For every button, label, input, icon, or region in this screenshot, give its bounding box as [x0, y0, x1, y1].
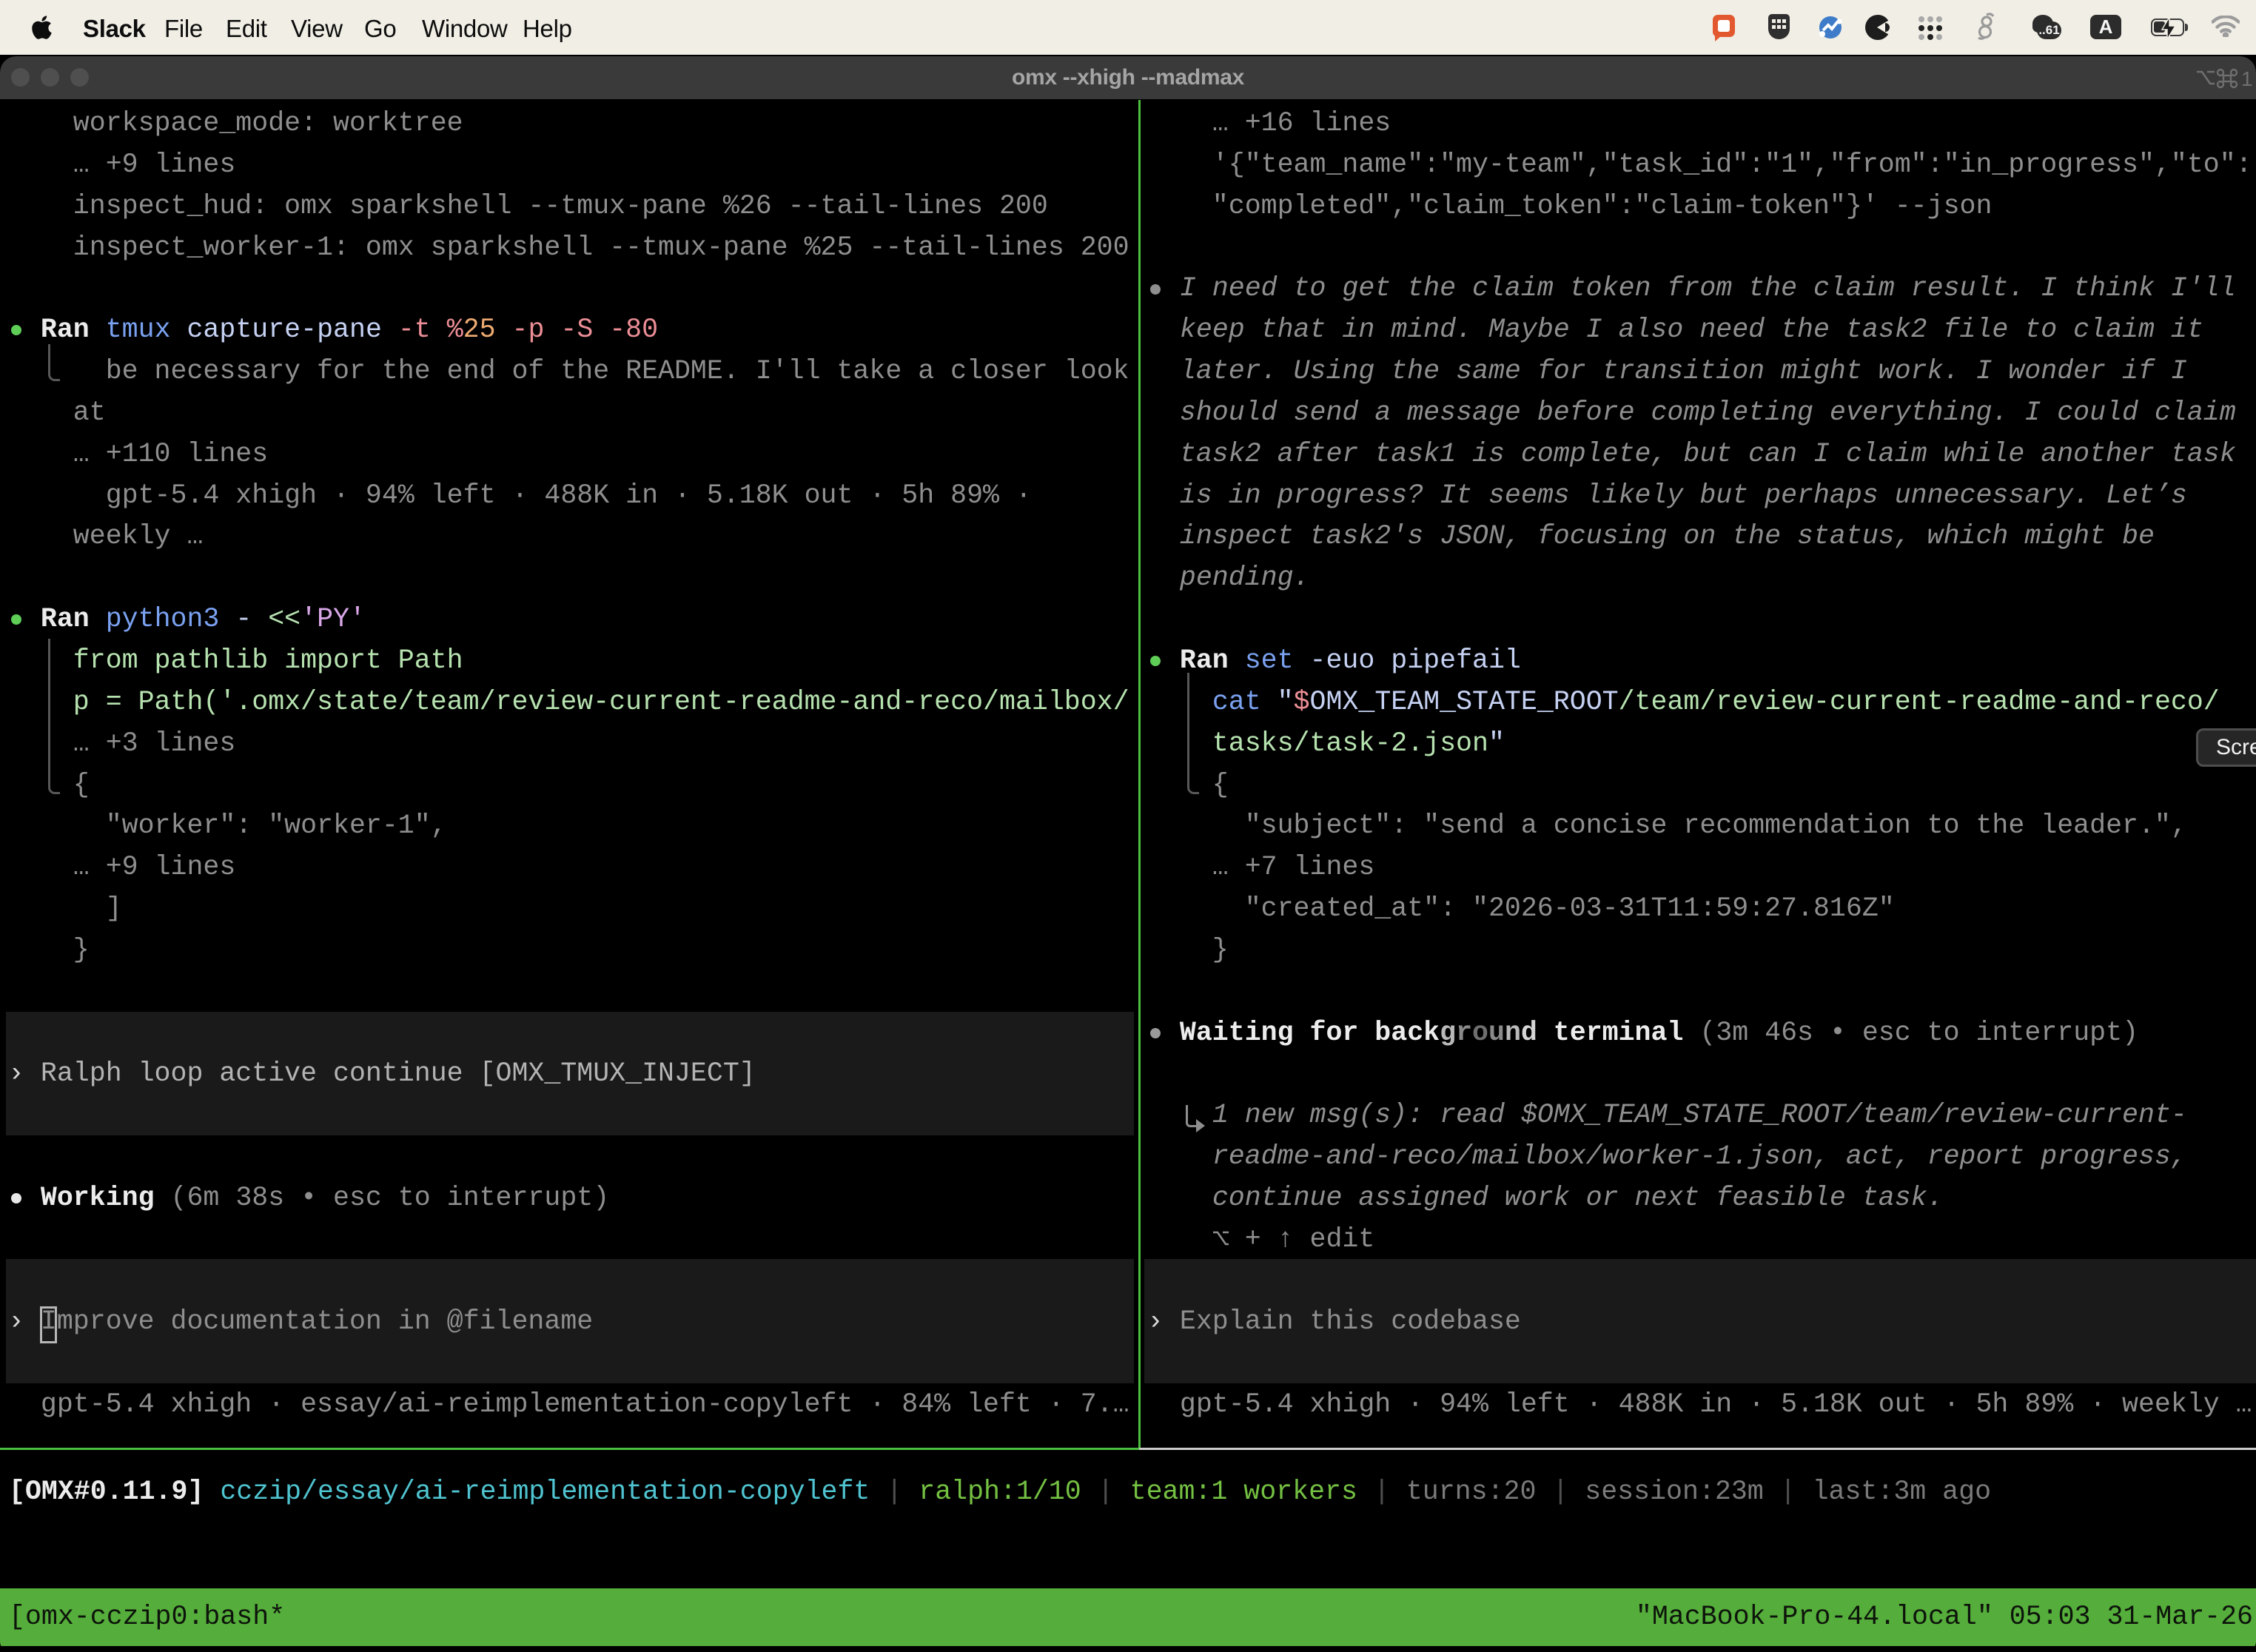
svg-text:1: 1: [2241, 67, 2253, 90]
